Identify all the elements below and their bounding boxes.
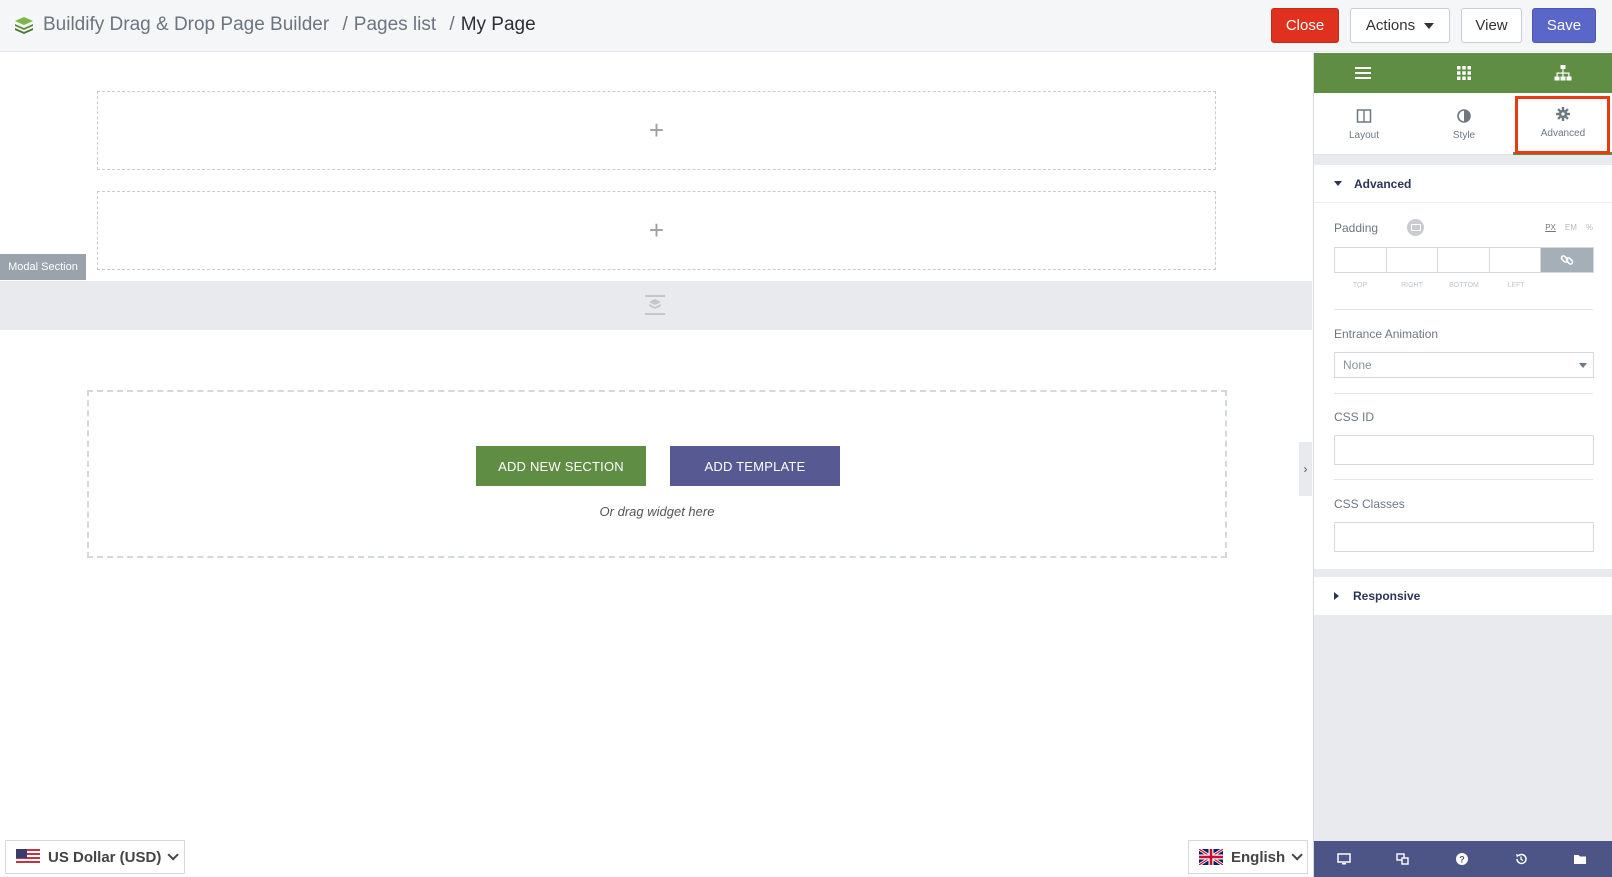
caret-down-icon bbox=[1424, 22, 1435, 29]
half-circle-icon bbox=[1457, 108, 1471, 123]
language-label: English bbox=[1231, 848, 1286, 866]
tab-advanced[interactable]: Advanced bbox=[1513, 93, 1612, 155]
tab-style[interactable]: Style bbox=[1414, 93, 1514, 155]
gear-icon bbox=[1556, 107, 1570, 121]
divider bbox=[1334, 393, 1593, 394]
padding-label: Padding bbox=[1334, 219, 1424, 236]
app-title-link[interactable]: Buildify Drag & Drop Page Builder bbox=[43, 14, 329, 35]
tab-style-label: Style bbox=[1452, 129, 1476, 141]
empty-column-slot[interactable]: + bbox=[97, 91, 1216, 170]
view-button[interactable]: View bbox=[1461, 8, 1522, 43]
panel-collapse-toggle[interactable]: › bbox=[1299, 442, 1312, 496]
entrance-animation-value: None bbox=[1343, 358, 1372, 372]
add-section-area: ADD NEW SECTION ADD TEMPLATE Or drag wid… bbox=[87, 390, 1227, 558]
columns-icon bbox=[1356, 108, 1372, 123]
dim-label-top: TOP bbox=[1352, 282, 1368, 289]
breadcrumb-separator: / bbox=[449, 14, 455, 35]
svg-text:?: ? bbox=[1459, 855, 1465, 865]
currency-selector[interactable]: US Dollar (USD) bbox=[5, 840, 185, 874]
padding-right-input[interactable] bbox=[1386, 248, 1439, 272]
padding-dimensions bbox=[1334, 247, 1594, 273]
actions-button-label: Actions bbox=[1365, 17, 1416, 34]
us-flag-icon bbox=[16, 849, 40, 865]
unit-px[interactable]: PX bbox=[1545, 223, 1556, 232]
plus-icon[interactable]: + bbox=[649, 115, 664, 146]
css-classes-label: CSS Classes bbox=[1334, 497, 1405, 511]
chevron-right-icon: › bbox=[1303, 462, 1308, 476]
layers-logo-icon bbox=[15, 17, 33, 34]
modal-section-band[interactable] bbox=[0, 281, 1312, 330]
caret-right-icon bbox=[1334, 592, 1339, 600]
add-template-button[interactable]: ADD TEMPLATE bbox=[670, 446, 840, 486]
panel-top-bar bbox=[1314, 53, 1612, 93]
padding-left-input[interactable] bbox=[1489, 248, 1542, 272]
responsive-section: Responsive bbox=[1314, 577, 1612, 615]
tab-layout-label: Layout bbox=[1348, 129, 1380, 141]
css-id-label: CSS ID bbox=[1334, 410, 1375, 424]
add-new-section-button[interactable]: ADD NEW SECTION bbox=[476, 446, 646, 486]
entrance-animation-select[interactable]: None bbox=[1334, 352, 1594, 378]
breadcrumb-pages-list[interactable]: Pages list bbox=[354, 14, 436, 35]
advanced-section: Advanced Padding PX EM % TOP RIGHT BOTTO… bbox=[1314, 165, 1612, 569]
close-button-label: Close bbox=[1285, 17, 1325, 34]
close-button[interactable]: Close bbox=[1271, 8, 1339, 43]
padding-bottom-input[interactable] bbox=[1438, 248, 1490, 272]
breadcrumb-separator: / bbox=[342, 14, 348, 35]
dim-label-right: RIGHT bbox=[1401, 282, 1423, 289]
navigator-sitemap-icon[interactable] bbox=[1553, 63, 1573, 83]
breadcrumb: Buildify Drag & Drop Page Builder / Pages… bbox=[43, 14, 536, 36]
panel-tabs: Layout Style Advanced bbox=[1314, 93, 1612, 155]
section-handle-icon[interactable] bbox=[643, 293, 667, 317]
empty-column-slot[interactable]: + bbox=[97, 191, 1216, 270]
responsive-devices-icon[interactable] bbox=[1396, 852, 1410, 866]
divider bbox=[1334, 309, 1593, 310]
padding-dimension-labels: TOP RIGHT BOTTOM LEFT bbox=[1334, 282, 1542, 289]
modal-section-tag[interactable]: Modal Section bbox=[0, 254, 86, 280]
divider bbox=[1334, 479, 1593, 480]
help-icon[interactable]: ? bbox=[1455, 852, 1469, 866]
save-button-label: Save bbox=[1546, 17, 1582, 34]
chevron-down-icon bbox=[167, 849, 180, 861]
responsive-device-icon[interactable] bbox=[1407, 219, 1424, 236]
plus-icon[interactable]: + bbox=[649, 215, 664, 246]
history-icon[interactable] bbox=[1514, 852, 1528, 866]
top-bar: Buildify Drag & Drop Page Builder / Pages… bbox=[0, 0, 1612, 52]
currency-label: US Dollar (USD) bbox=[48, 848, 162, 866]
editor-panel: Layout Style Advanced Advanced Padding P… bbox=[1313, 53, 1612, 877]
entrance-animation-label: Entrance Animation bbox=[1334, 327, 1439, 341]
view-button-label: View bbox=[1475, 17, 1508, 34]
responsive-section-header[interactable]: Responsive bbox=[1314, 577, 1612, 615]
desktop-icon[interactable] bbox=[1337, 852, 1351, 866]
panel-footer: ? bbox=[1314, 841, 1612, 877]
hamburger-menu-icon[interactable] bbox=[1353, 63, 1373, 83]
language-selector[interactable]: English bbox=[1188, 840, 1308, 874]
tab-layout[interactable]: Layout bbox=[1314, 93, 1414, 155]
caret-down-icon bbox=[1579, 363, 1587, 368]
breadcrumb-current-page: My Page bbox=[460, 14, 536, 35]
actions-dropdown-button[interactable]: Actions bbox=[1350, 8, 1450, 43]
tab-advanced-label: Advanced bbox=[1540, 128, 1586, 139]
responsive-section-title: Responsive bbox=[1353, 589, 1421, 603]
padding-label-text: Padding bbox=[1334, 221, 1379, 235]
css-id-input[interactable] bbox=[1334, 435, 1594, 465]
link-icon bbox=[1560, 255, 1574, 265]
advanced-section-title: Advanced bbox=[1354, 176, 1412, 191]
save-button[interactable]: Save bbox=[1532, 8, 1596, 43]
css-classes-input[interactable] bbox=[1334, 522, 1594, 552]
drag-widget-hint: Or drag widget here bbox=[599, 504, 715, 519]
page-canvas: + + Modal Section ADD NEW SECTION ADD TE… bbox=[0, 53, 1312, 877]
caret-down-icon bbox=[1334, 181, 1342, 186]
advanced-section-header[interactable]: Advanced bbox=[1314, 165, 1612, 203]
chevron-down-icon bbox=[1291, 849, 1303, 861]
unit-percent[interactable]: % bbox=[1586, 223, 1593, 232]
folder-icon[interactable] bbox=[1573, 852, 1587, 866]
widgets-grid-icon[interactable] bbox=[1454, 63, 1474, 83]
dim-label-bottom: BOTTOM bbox=[1449, 282, 1479, 289]
uk-flag-icon bbox=[1199, 849, 1223, 865]
dim-label-left: LEFT bbox=[1507, 282, 1525, 289]
unit-em[interactable]: EM bbox=[1565, 223, 1577, 232]
link-values-button[interactable] bbox=[1541, 248, 1593, 272]
padding-top-input[interactable] bbox=[1335, 248, 1387, 272]
unit-switcher: PX EM % bbox=[1545, 223, 1593, 232]
